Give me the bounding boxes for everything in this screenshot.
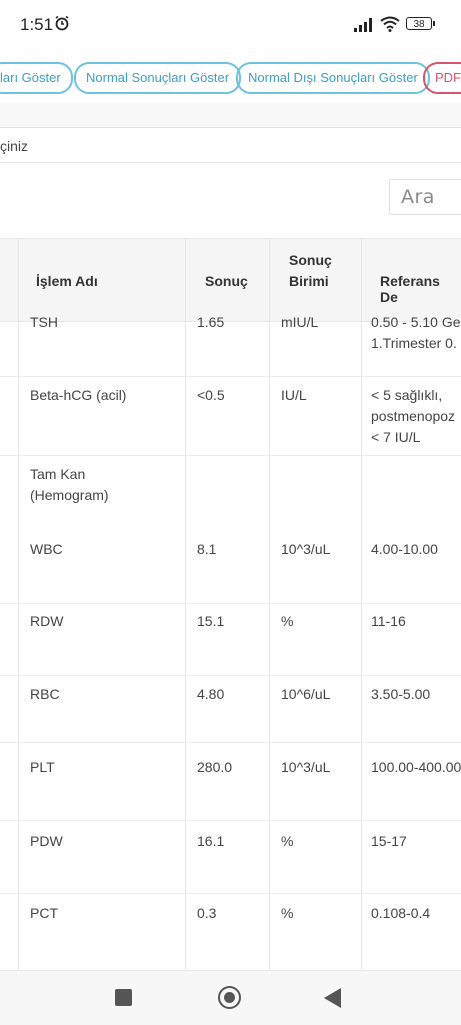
- back-icon[interactable]: [324, 988, 341, 1008]
- cell-reference: 1.Trimester 0.: [371, 335, 457, 351]
- cell-result: 8.1: [197, 541, 217, 557]
- signal-icon: [354, 18, 372, 32]
- column-divider: [185, 238, 186, 970]
- cell-reference: < 5 sağlıklı,: [371, 387, 443, 403]
- row-divider: [0, 742, 461, 743]
- cell-test-name: RDW: [30, 613, 64, 629]
- status-time: 1:51: [20, 15, 54, 34]
- cell-reference: 15-17: [371, 833, 407, 849]
- column-divider: [269, 238, 270, 970]
- cell-test-name: TSH: [30, 314, 58, 330]
- cell-reference: 11-16: [371, 613, 406, 629]
- cell-result: 16.1: [197, 833, 225, 849]
- cell-unit: %: [281, 613, 294, 629]
- cell-unit: IU/L: [281, 387, 307, 403]
- cell-result: <0.5: [197, 387, 225, 403]
- pdf-button[interactable]: PDF(: [423, 62, 461, 94]
- cell-reference: 0.50 - 5.10 Ge: [371, 314, 461, 330]
- cell-test-name: PDW: [30, 833, 63, 849]
- cell-test-name: RBC: [30, 686, 60, 702]
- show-normal-results-button[interactable]: Normal Sonuçları Göster: [74, 62, 242, 94]
- alarm-icon: [55, 15, 69, 31]
- cell-reference: 4.00-10.00: [371, 541, 438, 557]
- column-header-unit-line1[interactable]: Sonuç: [289, 252, 332, 268]
- cell-test-name: PCT: [30, 905, 58, 921]
- cell-test-name: WBC: [30, 541, 63, 557]
- column-header-unit-line2[interactable]: Birimi: [289, 273, 329, 289]
- battery-icon: 38: [406, 17, 435, 30]
- search-input[interactable]: Ara: [389, 179, 461, 215]
- row-divider: [0, 603, 461, 604]
- column-header-name[interactable]: İşlem Adı: [36, 273, 98, 289]
- show-abnormal-results-button[interactable]: Normal Dışı Sonuçları Göster: [236, 62, 430, 94]
- navigation-bar: [0, 970, 461, 1025]
- recent-apps-icon[interactable]: [115, 989, 132, 1006]
- column-header-result[interactable]: Sonuç: [205, 273, 248, 289]
- cell-result: 4.80: [197, 686, 225, 702]
- cell-reference: 0.108-0.4: [371, 905, 431, 921]
- cell-unit: 10^3/uL: [281, 541, 331, 557]
- cell-reference: < 7 IU/L: [371, 429, 421, 445]
- divider: [0, 127, 461, 128]
- cell-reference: postmenopoz: [371, 408, 456, 424]
- cell-unit: %: [281, 905, 294, 921]
- cell-test-name: PLT: [30, 759, 55, 775]
- cell-result: 0.3: [197, 905, 217, 921]
- select-prompt[interactable]: çiniz: [0, 138, 28, 154]
- section-band: [0, 103, 461, 127]
- cell-unit: %: [281, 833, 294, 849]
- cell-result: 1.65: [197, 314, 225, 330]
- column-divider: [18, 238, 19, 970]
- row-divider: [0, 376, 461, 377]
- show-all-results-button[interactable]: ları Göster: [0, 62, 73, 94]
- column-header-reference[interactable]: Referans De: [380, 273, 461, 305]
- cell-result: 15.1: [197, 613, 225, 629]
- cell-reference: 3.50-5.00: [371, 686, 431, 702]
- filter-bar: ları Göster Normal Sonuçları Göster Norm…: [0, 62, 461, 94]
- cell-unit: mIU/L: [281, 314, 319, 330]
- home-icon[interactable]: [218, 986, 241, 1009]
- row-divider: [0, 675, 461, 676]
- row-divider: [0, 820, 461, 821]
- cell-unit: 10^3/uL: [281, 759, 331, 775]
- cell-unit: 10^6/uL: [281, 686, 331, 702]
- cell-result: 280.0: [197, 759, 233, 775]
- row-divider: [0, 893, 461, 894]
- column-divider: [361, 238, 362, 970]
- row-divider: [0, 455, 461, 456]
- cell-group-name: Tam Kan: [30, 466, 86, 482]
- cell-reference: 100.00-400.00: [371, 759, 461, 775]
- wifi-icon: [380, 16, 400, 32]
- cell-test-name: Beta-hCG (acil): [30, 387, 127, 403]
- divider: [0, 162, 461, 163]
- cell-group-name: (Hemogram): [30, 487, 109, 503]
- status-bar: 1:51 38: [0, 0, 461, 50]
